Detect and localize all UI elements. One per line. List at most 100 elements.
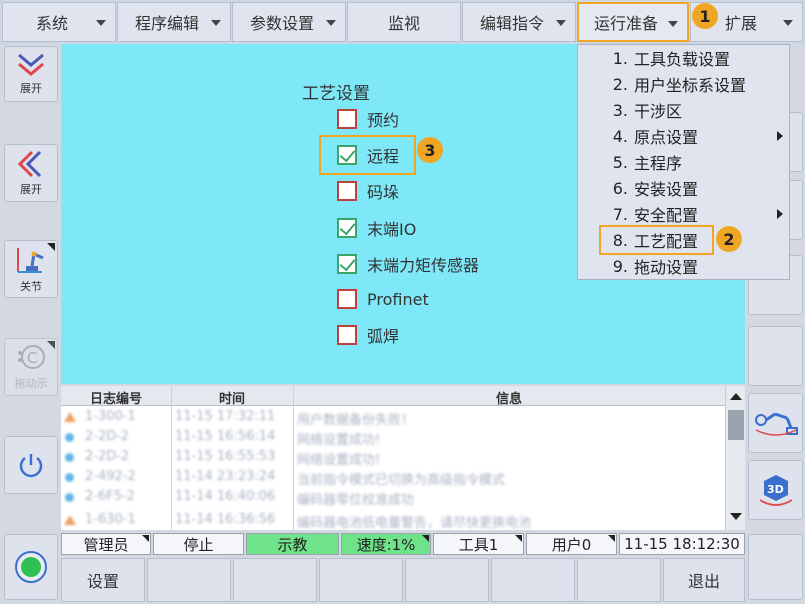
robot-view-button[interactable] [748,393,803,453]
dropdown-item-tool-load[interactable]: 1. 工具负载设置 [578,45,789,71]
status-mode[interactable]: 示教 [246,533,339,555]
item-label: 安装设置 [634,180,699,199]
row-info: 网络设置成功! [297,453,381,468]
joint-mode-button[interactable]: 关节 [4,240,58,298]
menu-system[interactable]: 系统 [2,2,116,42]
row-info: 当前指令模式已切换为高级指令模式 [297,473,506,488]
dropdown-item-origin[interactable]: 4. 原点设置 [578,123,789,149]
profinet-checkbox[interactable] [337,289,357,309]
submenu-corner-icon [47,243,55,251]
column-id: 日志编号 [89,392,142,407]
table-row[interactable]: 2-492-2 11-14 23:23:24 当前指令模式已切换为高级指令模式 [61,467,725,488]
warning-icon [64,515,76,525]
scroll-down-icon[interactable] [730,513,742,520]
option-end-io[interactable]: 末端IO [337,215,416,241]
annotation-badge-3: 3 [417,137,443,163]
dropdown-item-user-frame[interactable]: 2. 用户坐标系设置 [578,71,789,97]
row-info: 网络设置成功! [297,433,381,448]
option-reservation[interactable]: 预约 [337,106,399,132]
item-label: 用户坐标系设置 [634,76,747,95]
menu-program-edit[interactable]: 程序编辑 [117,2,231,42]
item-number: 1. [612,48,628,68]
bottom-button-7[interactable] [577,558,661,602]
expand-down-button[interactable]: 展开 [4,46,58,102]
row-time: 11-15 16:55:53 [175,449,276,464]
scroll-up-icon[interactable] [730,393,742,400]
status-user[interactable]: 管理员 [61,533,151,555]
reservation-checkbox[interactable] [337,109,357,129]
item-label: 工具负载设置 [634,50,731,69]
item-number: 5. [612,152,628,172]
menu-edit-cmd[interactable]: 编辑指令 [462,2,576,42]
menu-run-prep[interactable]: 运行准备 [577,2,689,42]
status-tool-label: 工具1 [458,535,499,554]
power-button[interactable] [4,436,58,494]
scroll-thumb[interactable] [728,410,744,440]
item-number: 4. [612,126,628,146]
table-row[interactable]: 2-6F5-2 11-14 16:40:06 编码器零位校准成功 [61,487,725,508]
torque-sensor-checkbox[interactable] [337,254,357,274]
right-side-button-4[interactable] [748,326,803,386]
status-tool[interactable]: 工具1 [433,533,524,555]
item-number: 6. [612,178,628,198]
status-speed-label: 速度:1% [356,535,416,554]
page-title: 工艺设置 [302,84,370,104]
end-io-checkbox[interactable] [337,218,357,238]
item-number: 2. [612,74,628,94]
table-row[interactable]: 2-2D-2 11-15 16:55:53 网络设置成功! [61,447,725,468]
bottom-button-5[interactable] [405,558,489,602]
item-label: 干涉区 [634,102,683,121]
app-window: 系统 程序编辑 参数设置 监视 编辑指令 运行准备 扩展 展开 展开 关节 C … [0,0,805,604]
log-scrollbar[interactable] [725,386,745,530]
option-arc-welding[interactable]: 弧焊 [337,322,399,348]
chevron-double-left-icon [18,150,42,178]
right-side-button-5[interactable] [748,534,803,600]
power-icon [19,454,43,478]
status-user-frame[interactable]: 用户0 [526,533,617,555]
item-label: 主程序 [634,154,683,173]
row-info: 用户数据备份失败！ [297,413,415,428]
drag-demo-button[interactable]: C 拖动示 [4,338,58,396]
menu-program-edit-label: 程序编辑 [134,14,199,33]
menu-monitor[interactable]: 监视 [347,2,461,42]
status-speed[interactable]: 速度:1% [341,533,431,555]
dropdown-item-install[interactable]: 6. 安装设置 [578,175,789,201]
chevron-down-icon [668,21,678,27]
menu-params[interactable]: 参数设置 [232,2,346,42]
row-id: 1-630-1 [85,512,136,527]
option-profinet[interactable]: Profinet [337,286,429,312]
item-label: 安全配置 [634,206,699,225]
item-label: 原点设置 [634,128,699,147]
settings-button[interactable]: 设置 [61,558,145,602]
expand-left-button[interactable]: 展开 [4,144,58,202]
table-row[interactable]: 2-2D-2 11-15 16:56:14 网络设置成功! [61,427,725,448]
option-palletizing[interactable]: 码垛 [337,178,399,204]
bottom-button-6[interactable] [491,558,575,602]
dropdown-item-safety[interactable]: 7. 安全配置 [578,201,789,227]
warning-icon [64,412,76,422]
palletizing-checkbox[interactable] [337,181,357,201]
run-indicator-button[interactable] [4,534,58,600]
table-row[interactable]: 1-630-1 11-14 16:36:56 编码器电池低电量警告，请尽快更换电… [61,510,725,531]
bottom-button-3[interactable] [233,558,317,602]
info-icon [65,453,74,462]
bottom-button-2[interactable] [147,558,231,602]
exit-button[interactable]: 退出 [663,558,745,602]
status-user-label: 管理员 [83,535,129,554]
dropdown-item-main-program[interactable]: 5. 主程序 [578,149,789,175]
record-icon [15,551,47,583]
view-3d-button[interactable]: 3D [748,460,803,520]
status-datetime: 11-15 18:12:30 [619,533,745,555]
item-number: 9. [612,256,628,276]
row-info: 编码器零位校准成功 [297,493,415,508]
row-id: 2-6F5-2 [85,489,135,504]
dropdown-item-drag[interactable]: 9. 拖动设置 [578,253,789,279]
item-label: 拖动设置 [634,258,699,277]
table-row[interactable]: 1-300-1 11-15 17:32:11 用户数据备份失败！ [61,407,725,428]
option-torque-sensor[interactable]: 末端力矩传感器 [337,251,479,277]
bottom-button-4[interactable] [319,558,403,602]
arc-welding-checkbox[interactable] [337,325,357,345]
dropdown-item-interference[interactable]: 3. 干涉区 [578,97,789,123]
option-label: 末端力矩传感器 [367,256,480,275]
info-icon [65,473,74,482]
